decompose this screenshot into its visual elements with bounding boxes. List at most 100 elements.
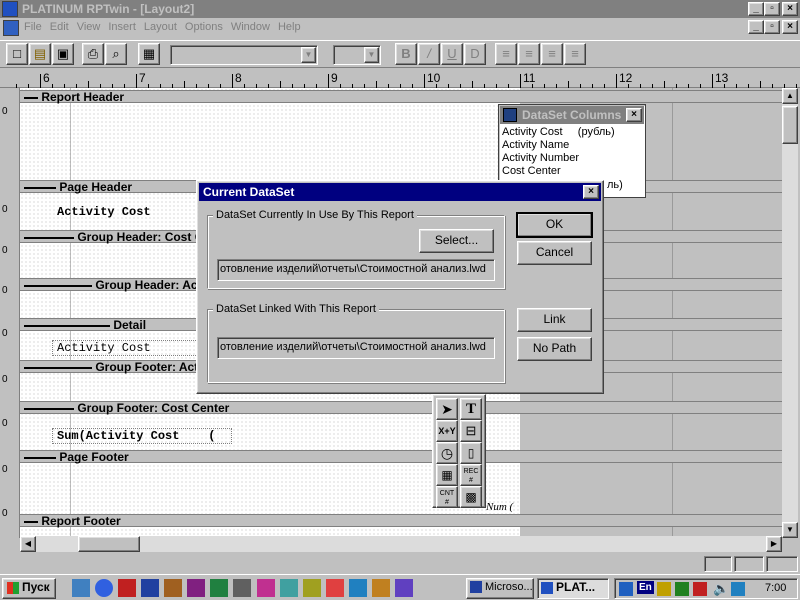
maximize-button[interactable]: ▫ <box>764 2 780 16</box>
app-icon[interactable] <box>302 579 321 597</box>
record-number-icon[interactable]: REC # <box>460 464 482 486</box>
column-item[interactable]: Cost Center <box>502 165 642 178</box>
bold-icon[interactable]: B <box>395 43 417 65</box>
close-button[interactable]: × <box>782 2 798 16</box>
dialog-titlebar[interactable]: Current DataSet × <box>199 183 601 201</box>
dataset-columns-titlebar[interactable]: DataSet Columns × <box>500 106 644 124</box>
chevron-down-icon[interactable]: ▼ <box>301 47 316 63</box>
band-report-footer[interactable]: Report Footer <box>20 514 782 527</box>
app-icon[interactable] <box>2 1 18 17</box>
chevron-down-icon[interactable]: ▼ <box>364 47 379 63</box>
close-icon[interactable]: × <box>626 108 642 122</box>
print-preview-icon[interactable]: ⌕ <box>105 43 127 65</box>
current-dataset-dialog[interactable]: Current DataSet × DataSet Currently In U… <box>196 180 604 394</box>
tray-icon[interactable] <box>731 582 745 596</box>
language-indicator[interactable]: En <box>637 581 654 594</box>
scroll-left-button[interactable]: ◀ <box>20 536 36 552</box>
app-icon[interactable] <box>371 579 390 597</box>
app-icon[interactable] <box>279 579 298 597</box>
menu-help[interactable]: Help <box>274 18 305 36</box>
save-icon[interactable]: ▣ <box>52 43 74 65</box>
doc-restore-button[interactable]: ▫ <box>764 20 780 34</box>
menu-edit[interactable]: Edit <box>46 18 73 36</box>
align-center-icon[interactable]: ≡ <box>518 43 540 65</box>
menu-view[interactable]: View <box>73 18 105 36</box>
menu-options[interactable]: Options <box>181 18 227 36</box>
app-icon[interactable] <box>325 579 344 597</box>
band-report-header[interactable]: Report Header <box>20 90 782 103</box>
menu-insert[interactable]: Insert <box>104 18 140 36</box>
app-icon[interactable] <box>233 579 252 597</box>
text-tool-icon[interactable]: T <box>460 398 482 420</box>
clock[interactable]: 7:00 <box>765 582 786 594</box>
new-file-icon[interactable]: □ <box>6 43 28 65</box>
app-icon[interactable] <box>187 579 206 597</box>
strikeout-icon[interactable]: D <box>464 43 486 65</box>
vertical-scrollbar[interactable]: ▲ ▼ <box>782 88 798 538</box>
calendar-icon[interactable]: ▦ <box>436 464 458 486</box>
tray-icon[interactable] <box>657 582 671 596</box>
no-path-button[interactable]: No Path <box>517 337 592 361</box>
print-icon[interactable]: ⎙ <box>82 43 104 65</box>
minimize-button[interactable]: _ <box>748 2 764 16</box>
scroll-thumb-vertical[interactable] <box>782 106 798 144</box>
italic-icon[interactable]: / <box>418 43 440 65</box>
menu-file[interactable]: File <box>20 18 46 36</box>
clock-icon[interactable]: ◷ <box>436 442 458 464</box>
tray-icon[interactable] <box>619 582 633 596</box>
scroll-thumb-horizontal[interactable] <box>78 536 140 552</box>
dataset-path-field[interactable]: отовление изделий\отчеты\Стоимостной ана… <box>217 259 495 281</box>
align-left-icon[interactable]: ≡ <box>495 43 517 65</box>
ok-button[interactable]: OK <box>516 212 593 238</box>
count-icon[interactable]: CNT # <box>436 486 458 508</box>
cancel-button[interactable]: Cancel <box>517 241 592 265</box>
page-num-field[interactable]: Num ( <box>486 501 513 513</box>
open-folder-icon[interactable]: ▤ <box>29 43 51 65</box>
toolbox-palette[interactable]: ➤ T X+Y ⊟ ◷ ▯ ▦ REC # CNT # ▩ <box>432 394 486 508</box>
sum-field[interactable]: Sum(Activity Cost ( <box>52 428 232 444</box>
dataset-columns-list[interactable]: Activity Cost (рубль) Activity Name Acti… <box>502 126 642 178</box>
app-icon[interactable] <box>164 579 183 597</box>
pointer-icon[interactable]: ➤ <box>436 398 458 420</box>
app-icon[interactable] <box>348 579 367 597</box>
band-group-footer-cost[interactable]: Group Footer: Cost Center <box>20 401 782 414</box>
start-button[interactable]: Пуск <box>2 578 56 599</box>
underline-icon[interactable]: U <box>441 43 463 65</box>
link-button[interactable]: Link <box>517 308 592 332</box>
word-icon[interactable] <box>141 579 160 597</box>
close-icon[interactable]: × <box>583 185 599 199</box>
excel-icon[interactable] <box>210 579 229 597</box>
menu-window[interactable]: Window <box>227 18 274 36</box>
app-icon[interactable] <box>256 579 275 597</box>
band-page-footer[interactable]: Page Footer <box>20 450 782 463</box>
page-number-icon[interactable]: ▯ <box>460 442 482 464</box>
justify-icon[interactable]: ≡ <box>564 43 586 65</box>
browser-icon[interactable] <box>95 579 114 597</box>
scroll-down-button[interactable]: ▼ <box>782 522 798 538</box>
formula-tool-icon[interactable]: X+Y <box>436 420 458 442</box>
doc-minimize-button[interactable]: _ <box>748 20 764 34</box>
taskbar-item-platinum[interactable]: PLAT... <box>537 578 609 599</box>
database-field-icon[interactable]: ▩ <box>460 486 482 508</box>
volume-icon[interactable]: 🔈 <box>713 581 729 597</box>
grid-icon[interactable]: ▦ <box>138 43 160 65</box>
detail-field[interactable]: Activity Cost <box>52 340 202 356</box>
doc-icon[interactable] <box>3 20 19 36</box>
column-item[interactable]: Activity Number <box>502 152 642 165</box>
select-button[interactable]: Select... <box>419 229 494 253</box>
app-icon[interactable] <box>394 579 413 597</box>
scroll-right-button[interactable]: ▶ <box>766 536 782 552</box>
quick-launch-icon[interactable] <box>72 579 90 597</box>
column-item[interactable]: Activity Cost (рубль) <box>502 126 642 139</box>
scroll-up-button[interactable]: ▲ <box>782 88 798 104</box>
doc-close-button[interactable]: × <box>782 20 798 34</box>
tray-icon[interactable] <box>675 582 689 596</box>
font-name-select[interactable]: ▼ <box>170 45 318 65</box>
menu-layout[interactable]: Layout <box>140 18 181 36</box>
tray-icon[interactable] <box>693 582 707 596</box>
page-header-field[interactable]: Activity Cost <box>57 205 151 219</box>
taskbar-item-microsoft[interactable]: Microso... <box>466 578 534 599</box>
page-break-icon[interactable]: ⊟ <box>460 420 482 442</box>
horizontal-scrollbar[interactable]: ◀ ▶ <box>20 536 782 552</box>
linked-path-field[interactable]: отовление изделий\отчеты\Стоимостной ана… <box>217 337 495 359</box>
